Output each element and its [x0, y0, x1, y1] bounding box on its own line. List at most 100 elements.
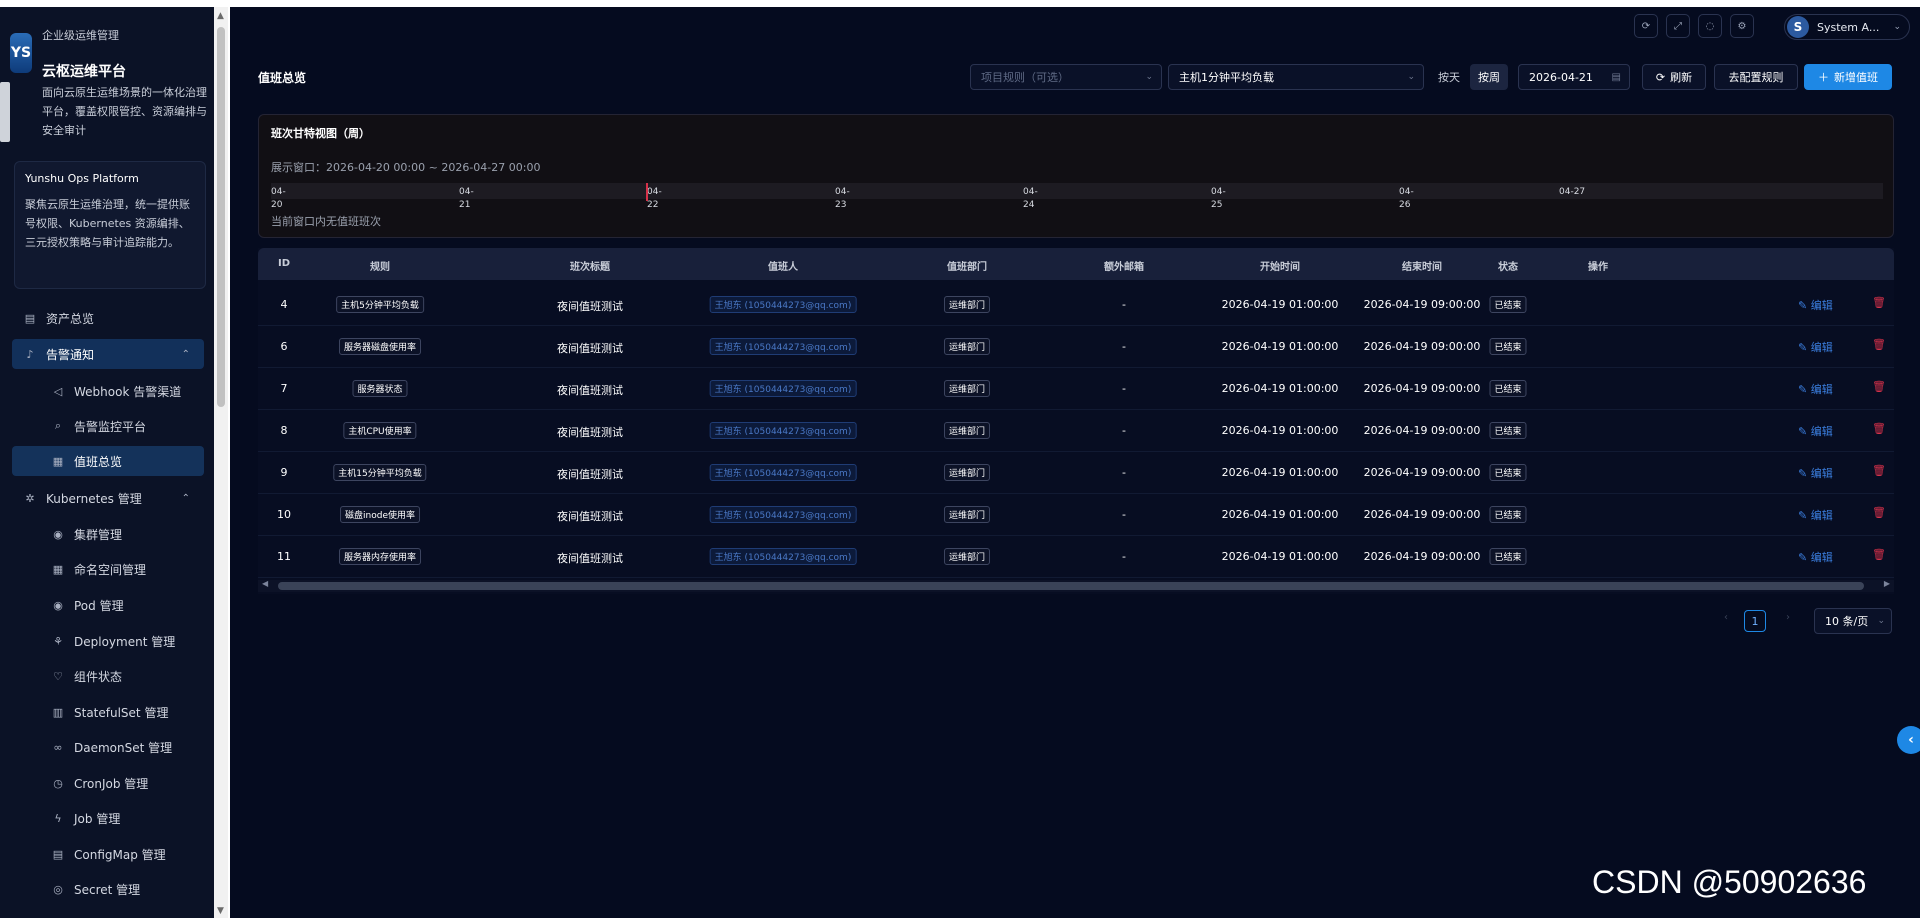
gantt-tick-month: 04-27 — [1559, 187, 1586, 197]
link-icon: ∞ — [53, 740, 63, 754]
cell-email: - — [1122, 508, 1126, 521]
brand-description: 面向云原生运维场景的一体化治理平台，覆盖权限管控、资源编排与安全审计 — [42, 86, 207, 137]
trash-icon[interactable]: 🗑 — [1872, 464, 1886, 477]
edit-button[interactable]: ✎ 编辑 — [1798, 465, 1833, 481]
sidebar-item-label: Job 管理 — [74, 811, 121, 826]
refresh-icon[interactable]: ⟳ — [1634, 14, 1658, 38]
next-page-icon[interactable]: › — [1786, 612, 1790, 623]
column-header: 操作 — [1588, 262, 1608, 273]
trash-icon[interactable]: 🗑 — [1872, 506, 1886, 519]
scroll-up-icon[interactable]: ▲ — [217, 11, 224, 21]
view-by-week[interactable]: 按周 — [1470, 64, 1508, 90]
cell-dept: 运维部门 — [943, 380, 991, 397]
sidebar-item-16[interactable]: ▤ ConfigMap 管理 — [12, 839, 204, 869]
page-size-select[interactable]: 10 条/页 ⌄ — [1814, 608, 1892, 634]
target-icon: ◉ — [53, 527, 63, 541]
sidebar-item-14[interactable]: ◷ CronJob 管理 — [12, 768, 204, 798]
user-menu[interactable]: S System A... ⌄ — [1784, 14, 1910, 40]
date-picker[interactable]: 2026-04-21 ▤ — [1518, 64, 1630, 90]
cell-end: 2026-04-19 09:00:00 — [1363, 466, 1481, 479]
list-icon: ▤ — [24, 311, 36, 325]
chevron-down-icon: ⌄ — [1145, 72, 1153, 82]
edit-button[interactable]: ✎ 编辑 — [1798, 339, 1833, 355]
trash-icon[interactable]: 🗑 — [1872, 380, 1886, 393]
sidebar-item-label: Kubernetes 管理 — [46, 491, 142, 506]
cell-email: - — [1122, 340, 1126, 353]
gantt-tick: 04- 21 — [459, 186, 474, 212]
window-edge-handle — [0, 82, 10, 142]
table-scroll-thumb[interactable] — [278, 582, 1864, 590]
cell-start: 2026-04-19 01:00:00 — [1221, 550, 1339, 563]
scroll-down-icon[interactable]: ▼ — [217, 906, 224, 916]
date-value: 2026-04-21 — [1529, 70, 1593, 84]
sidebar-scroll-thumb[interactable] — [217, 27, 225, 407]
fullscreen-icon[interactable]: ⤢ — [1666, 14, 1690, 38]
edit-button[interactable]: ✎ 编辑 — [1798, 507, 1833, 523]
edit-icon: ✎ — [1798, 551, 1811, 564]
cell-end: 2026-04-19 09:00:00 — [1363, 340, 1481, 353]
column-header: 状态 — [1498, 262, 1518, 273]
chevron-down-icon: ⌄ — [1893, 22, 1901, 32]
sidebar-item-15[interactable]: ϟ Job 管理 — [12, 803, 204, 833]
sidebar-item-10[interactable]: ⚘ Deployment 管理 — [12, 626, 204, 656]
chevron-up-icon: ⌃ — [181, 348, 190, 360]
bulb-icon[interactable]: ◌ — [1698, 14, 1722, 38]
sidebar-item-11[interactable]: ♡ 组件状态 — [12, 661, 204, 691]
cell-status: 已结束 — [1489, 296, 1527, 313]
edit-button[interactable]: ✎ 编辑 — [1798, 381, 1833, 397]
scroll-right-icon[interactable]: ▶ — [1884, 579, 1890, 588]
gantt-tick-day: 23 — [835, 200, 847, 210]
new-shift-button[interactable]: ＋ 新增值班 — [1804, 64, 1892, 90]
trash-icon[interactable]: 🗑 — [1872, 338, 1886, 351]
cell-start: 2026-04-19 01:00:00 — [1221, 508, 1339, 521]
gantt-tick: 04- 24 — [1023, 186, 1038, 212]
cell-end: 2026-04-19 09:00:00 — [1363, 298, 1481, 311]
sidebar-item-4[interactable]: ⌕ 告警监控平台 — [12, 411, 204, 441]
edit-button[interactable]: ✎ 编辑 — [1798, 423, 1833, 439]
sidebar-item-5[interactable]: ▦ 值班总览 — [12, 446, 204, 476]
sidebar-item-12[interactable]: ▥ StatefulSet 管理 — [12, 697, 204, 727]
edit-button[interactable]: ✎ 编辑 — [1798, 549, 1833, 565]
sidebar-item-17[interactable]: ◎ Secret 管理 — [12, 874, 204, 904]
sidebar-item-6[interactable]: ✲ Kubernetes 管理 ⌃ — [12, 483, 204, 513]
rule-select-value: 主机1分钟平均负载 — [1179, 71, 1274, 84]
settings-icon[interactable]: ⚙ — [1730, 14, 1754, 38]
cell-title: 夜间值班测试 — [557, 510, 623, 523]
trash-icon[interactable]: 🗑 — [1872, 296, 1886, 309]
top-edge — [0, 0, 1920, 7]
sidebar-item-8[interactable]: ▦ 命名空间管理 — [12, 554, 204, 584]
sidebar-scrollbar[interactable]: ▲ ▼ — [214, 7, 228, 918]
sidebar-item-1[interactable]: ▤ 资产总览 — [12, 303, 204, 333]
project-rule-select[interactable]: 项目规则（可选） ⌄ — [970, 64, 1162, 90]
file-icon: ▤ — [52, 847, 64, 861]
collapse-panel-button[interactable]: ‹ — [1897, 726, 1920, 754]
calendar-icon: ▤ — [1611, 71, 1621, 83]
cell-status: 已结束 — [1489, 506, 1527, 523]
project-rule-placeholder: 项目规则（可选） — [981, 71, 1069, 84]
rule-select[interactable]: 主机1分钟平均负载 ⌄ — [1168, 64, 1424, 90]
sidebar-item-label: 值班总览 — [74, 454, 123, 469]
avatar: S — [1787, 16, 1809, 38]
sidebar-item-13[interactable]: ∞ DaemonSet 管理 — [12, 732, 204, 762]
scroll-left-icon[interactable]: ◀ — [262, 579, 268, 588]
sidebar-item-2[interactable]: ♪ 告警通知 ⌃ — [12, 339, 204, 369]
refresh-icon: ⟳ — [1655, 70, 1666, 84]
cell-id: 9 — [280, 466, 288, 479]
shield-icon: ◎ — [53, 882, 63, 896]
config-rule-button[interactable]: 去配置规则 — [1714, 64, 1798, 90]
shift-table: ID 规则 班次标题 值班人 值班部门 额外邮箱 开始时间 结束时间 状态 操作 4 主机5分钟平均… — [258, 248, 1894, 594]
edit-button[interactable]: ✎ 编辑 — [1798, 297, 1833, 313]
trash-icon[interactable]: 🗑 — [1872, 548, 1886, 561]
cell-title: 夜间值班测试 — [557, 342, 623, 355]
sidebar-item-3[interactable]: ◁ Webhook 告警渠道 — [12, 376, 204, 406]
grid-icon: ▦ — [52, 562, 64, 576]
table-horizontal-scrollbar[interactable]: ◀ ▶ — [258, 579, 1894, 592]
sidebar-item-7[interactable]: ◉ 集群管理 — [12, 519, 204, 549]
sidebar-item-9[interactable]: ◉ Pod 管理 — [12, 590, 204, 620]
view-by-day[interactable]: 按天 — [1438, 69, 1460, 85]
page-current[interactable]: 1 — [1744, 610, 1766, 632]
prev-page-icon[interactable]: ‹ — [1724, 612, 1728, 623]
trash-icon[interactable]: 🗑 — [1872, 422, 1886, 435]
gantt-tick: 04- 25 — [1211, 186, 1226, 212]
refresh-button[interactable]: ⟳ 刷新 — [1642, 64, 1706, 90]
